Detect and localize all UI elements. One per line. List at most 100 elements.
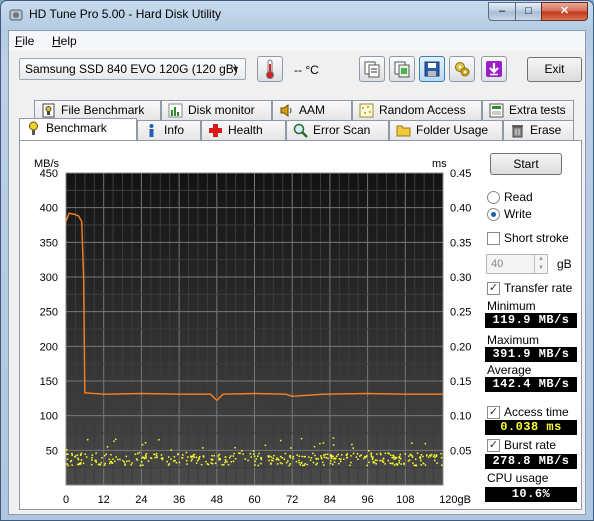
access-time-point [71,464,73,466]
tab-erase[interactable]: Erase [503,120,574,140]
short-stroke-input[interactable]: 40 ▲ ▼ [486,254,548,274]
options-button[interactable] [449,56,475,82]
access-time-point [206,463,209,465]
access-time-point [239,452,241,455]
access-time-point [224,456,227,458]
x-tick: 96 [361,494,373,506]
tab-disk-monitor[interactable]: Disk monitor [161,100,272,120]
access-time-point [298,459,300,462]
tab-error-scan[interactable]: Error Scan [286,120,389,140]
access-time-point [398,455,401,458]
access-time-point [170,458,172,460]
menu-help[interactable]: Help [52,34,77,48]
tab-folder-usage[interactable]: Folder Usage [389,120,503,140]
access-time-point [283,458,286,461]
access-time-point [324,453,327,456]
temperature-button[interactable] [257,56,283,82]
access-time-point [117,458,119,461]
access-time-point [185,451,188,454]
app-icon [9,9,23,21]
access-time-point [281,456,284,459]
copy-screenshot-button[interactable] [389,56,415,82]
transfer-rate-checkbox[interactable]: ✓ [487,282,500,295]
access-time-point [298,462,301,464]
access-time-point [80,459,83,461]
maximize-button[interactable]: □ [515,2,542,21]
access-time-point [316,462,318,465]
x-tick: 120gB [439,494,471,506]
access-time-point [260,458,263,461]
download-button[interactable] [481,56,507,82]
access-time-point [105,453,107,455]
access-time-point [260,457,262,459]
access-time-point [182,454,184,456]
access-time-point [356,453,359,455]
access-time-point [185,459,188,462]
access-time-point [139,464,142,467]
access-time-point [258,452,260,455]
y-tick-right: 0.10 [450,411,471,423]
access-time-point [144,442,147,444]
exit-button[interactable]: Exit [527,57,582,82]
access-time-point [424,442,427,445]
tab-extra-tests[interactable]: Extra tests [482,100,574,120]
access-time-point [333,461,336,463]
burst-rate-checkbox[interactable]: ✓ [487,439,500,452]
access-time-point [323,464,325,466]
access-time-point [155,454,158,457]
title-bar[interactable]: HD Tune Pro 5.00 - Hard Disk Utility – □… [1,1,593,29]
access-time-point [145,457,147,459]
access-time-point [70,459,73,462]
access-time-point [364,455,366,458]
access-time-point [319,442,321,445]
save-button[interactable] [419,56,445,82]
access-time-point [95,461,97,463]
tab-aam[interactable]: AAM [272,100,352,120]
maximum-label: Maximum [487,333,540,347]
y-tick-right: 0.40 [450,203,471,215]
menu-file[interactable]: File [15,34,34,48]
access-time-point [110,454,112,456]
read-radio[interactable] [487,191,500,204]
access-time-point [198,455,201,458]
access-time-checkbox[interactable]: ✓ [487,406,500,419]
thermometer-icon [266,59,274,79]
access-time-point [150,457,152,459]
tab-health[interactable]: Health [201,120,286,140]
access-time-point [329,462,332,465]
tab-file-benchmark[interactable]: File Benchmark [34,100,161,120]
write-radio[interactable] [487,208,500,221]
drive-select[interactable]: Samsung SSD 840 EVO 120G (120 gB) ▼ [19,58,246,80]
access-time-point [330,457,333,460]
access-time-point [392,454,394,457]
copy-info-button[interactable] [359,56,385,82]
close-button[interactable]: ✕ [541,2,588,21]
access-time-point [190,460,193,462]
access-time-point [312,461,315,464]
access-time-point [380,453,382,456]
access-time-point [430,453,433,456]
access-time-point [233,452,235,455]
access-time-point [273,454,275,457]
start-button[interactable]: Start [490,153,562,175]
access-time-point [355,456,358,458]
access-time-point [399,453,401,456]
tab-random-access[interactable]: Random Access [352,100,482,120]
access-time-point [414,464,416,467]
spinner-arrows-icon[interactable]: ▲ ▼ [534,255,547,273]
access-time-point [178,461,181,464]
access-time-point [360,454,362,456]
tab-benchmark[interactable]: Benchmark [19,118,137,140]
access-time-point [288,464,290,467]
tab-info[interactable]: Info [137,120,201,140]
access-time-point [395,463,398,465]
access-time-point [400,463,402,465]
access-time-point [145,452,148,455]
short-stroke-checkbox[interactable] [487,232,500,245]
access-time-point [175,461,178,464]
access-time-point [320,455,322,457]
minimize-button[interactable]: – [488,2,516,21]
access-time-point [398,457,400,459]
access-time-point [264,444,267,447]
access-time-point [67,464,70,467]
